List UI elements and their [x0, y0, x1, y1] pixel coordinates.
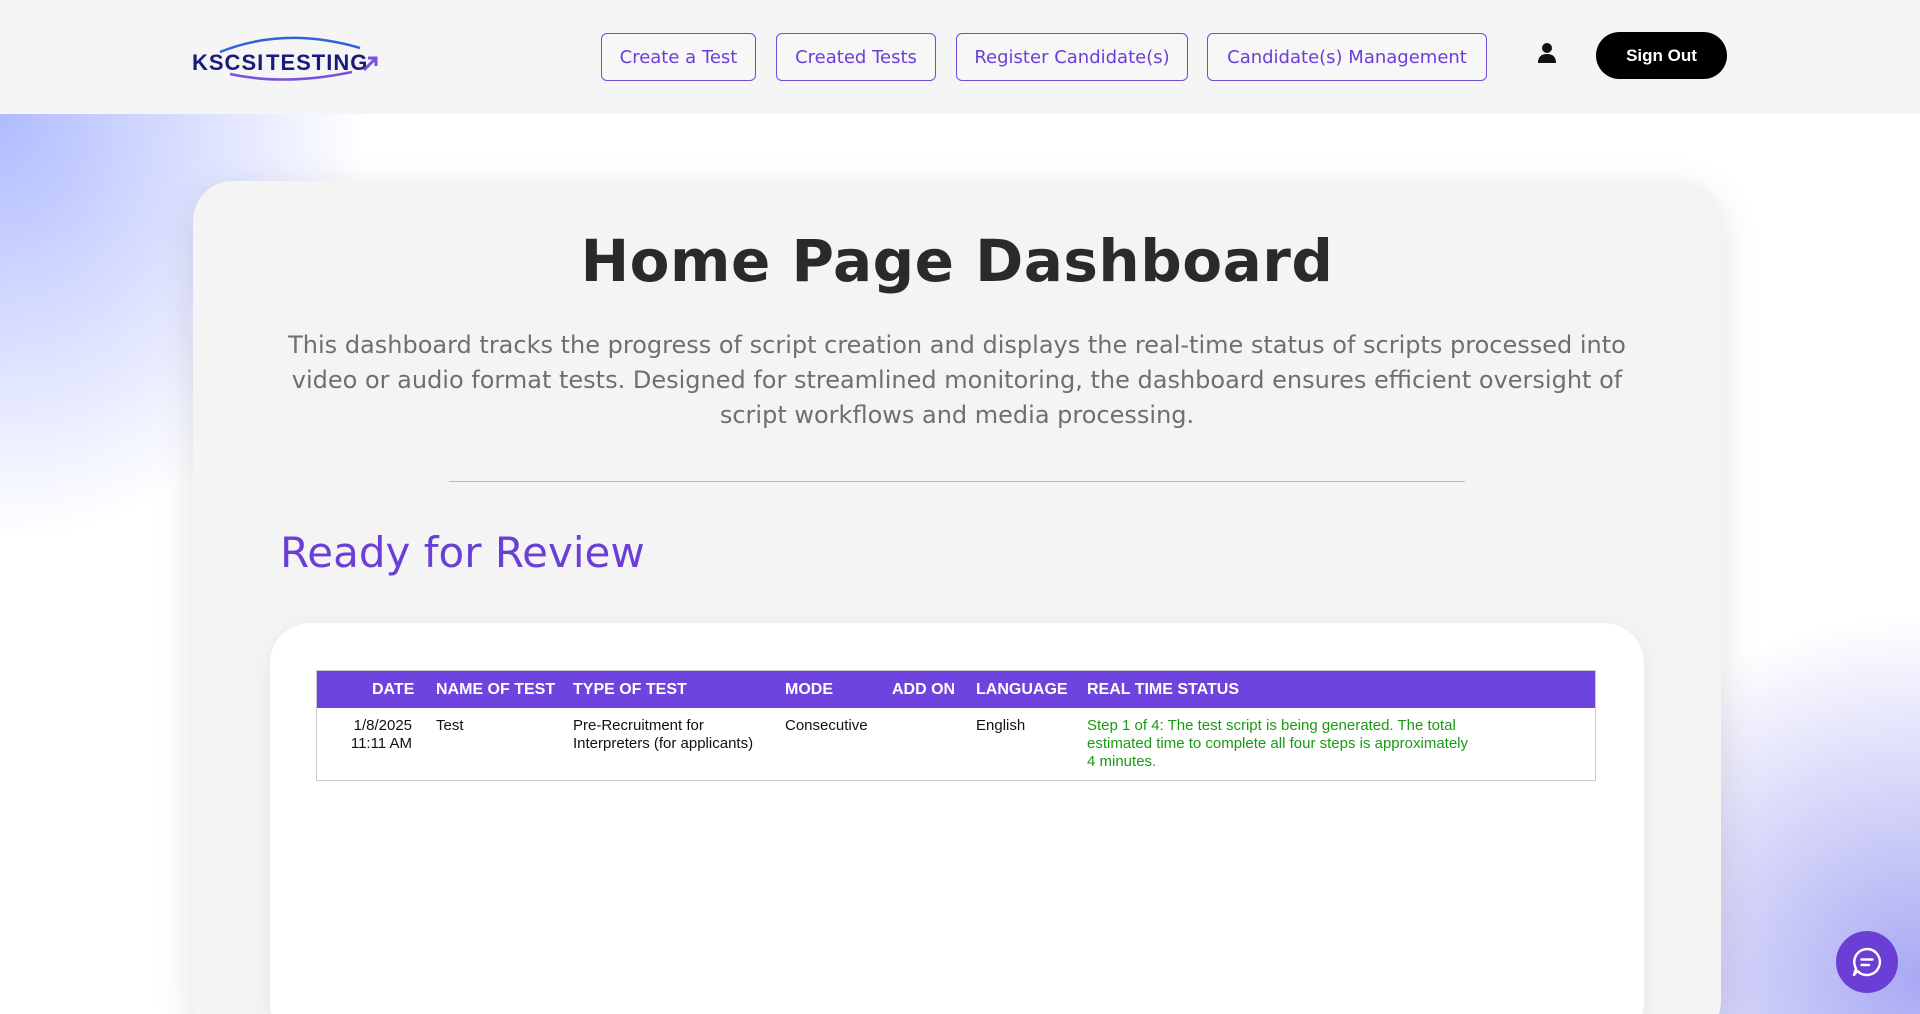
chat-button[interactable] [1836, 931, 1898, 993]
cell-type-line: Pre-Recruitment for [573, 717, 704, 734]
cell-status-line: 4 minutes. [1087, 753, 1157, 770]
column-header-date: DATE [372, 681, 415, 698]
cell-status: Step 1 of 4: The test script is being ge… [1087, 717, 1487, 771]
svg-text:TESTING: TESTING [266, 50, 368, 75]
cell-date: 1/8/2025 11:11 AM [332, 717, 412, 753]
column-header-name: NAME OF TEST [436, 681, 556, 698]
column-header-language: LANGUAGE [976, 681, 1068, 698]
cell-status-line: estimated time to complete all four step… [1087, 735, 1468, 752]
page-title: Home Page Dashboard [580, 227, 1334, 295]
tests-table: DATE NAME OF TEST TYPE OF TEST MODE ADD … [316, 670, 1596, 781]
user-icon[interactable] [1536, 42, 1558, 64]
column-header-status: REAL TIME STATUS [1087, 681, 1239, 698]
divider [449, 481, 1465, 482]
sign-out-button[interactable]: Sign Out [1596, 32, 1727, 79]
cell-type-line: Interpreters (for applicants) [573, 735, 754, 752]
nav-create-test-button[interactable]: Create a Test [601, 33, 756, 81]
column-header-type: TYPE OF TEST [573, 681, 687, 698]
top-nav-bar: KSCSI TESTING Create a Test Created Test… [0, 0, 1920, 114]
nav-created-tests-button[interactable]: Created Tests [776, 33, 936, 81]
nav-candidate-management-button[interactable]: Candidate(s) Management [1207, 33, 1487, 81]
cell-type: Pre-Recruitment for Interpreters (for ap… [573, 717, 753, 753]
cell-language: English [976, 717, 1026, 734]
section-title-ready-for-review: Ready for Review [280, 528, 645, 577]
cell-mode: Consecutive [785, 717, 868, 734]
cell-name: Test [436, 717, 464, 734]
cell-status-line: Step 1 of 4: The test script is being ge… [1087, 717, 1456, 734]
svg-text:KSCSI: KSCSI [192, 50, 264, 75]
kscsi-testing-logo[interactable]: KSCSI TESTING [190, 30, 380, 82]
nav-register-candidates-button[interactable]: Register Candidate(s) [956, 33, 1188, 81]
cell-date-line: 1/8/2025 [353, 717, 412, 734]
cell-time-line: 11:11 AM [350, 735, 412, 752]
page-description: This dashboard tracks the progress of sc… [288, 331, 1626, 429]
column-header-add-on: ADD ON [892, 681, 956, 698]
chat-bubble-icon [1852, 947, 1882, 977]
table-header: DATE NAME OF TEST TYPE OF TEST MODE ADD … [317, 671, 1595, 708]
column-header-mode: MODE [785, 681, 833, 698]
